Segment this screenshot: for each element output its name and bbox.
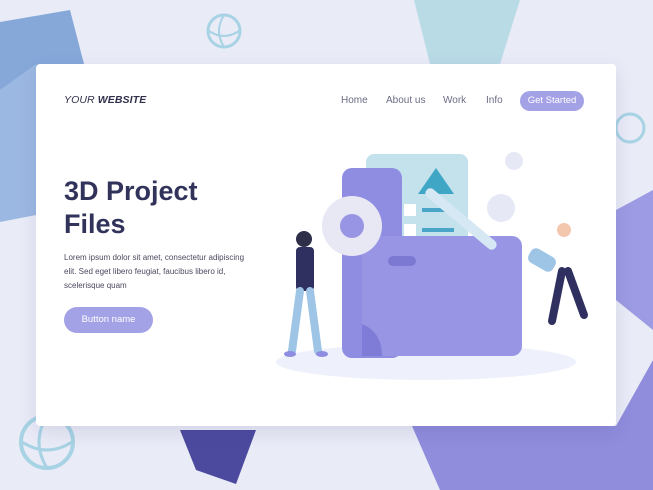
bubble-medium [505, 152, 523, 170]
document-line-2 [422, 228, 454, 232]
nav-work-link[interactable]: Work [443, 95, 466, 106]
bg-shape-left-lower [0, 64, 36, 222]
folder-front [362, 236, 522, 356]
logo-name: WEBSITE [97, 94, 147, 106]
document-checkbox-2 [404, 224, 416, 236]
site-logo[interactable]: YOUR WEBSITE [64, 94, 146, 106]
landing-card: YOUR WEBSITE Home About us Work Info Get… [36, 64, 616, 426]
folder-label [388, 256, 416, 266]
logo-prefix: YOUR [64, 94, 98, 106]
person-right [528, 223, 588, 325]
nav-about-link[interactable]: About us [386, 95, 425, 106]
nav-info-link[interactable]: Info [486, 95, 503, 106]
hero-description-line-3: scelerisque quam [64, 281, 127, 290]
nav-home-link[interactable]: Home [341, 95, 368, 106]
get-started-button[interactable]: Get Started [520, 91, 584, 111]
person-left [284, 231, 328, 357]
gear-icon [322, 196, 382, 256]
bg-shape-top-right [414, 0, 520, 64]
hero-description-line-2: elit. Sed eget libero feugiat, faucibus … [64, 267, 226, 276]
hero-description: Lorem ipsum dolor sit amet, consectetur … [64, 251, 254, 293]
page-title-line-1: 3D Project [64, 176, 198, 206]
bg-sphere-top [206, 13, 242, 49]
page-title: 3D Project Files [64, 175, 198, 241]
bg-shape-bottom-center [180, 430, 256, 484]
hero-button[interactable]: Button name [64, 307, 153, 333]
project-files-illustration [276, 152, 588, 380]
document-checkbox-1 [404, 204, 416, 216]
hero-description-line-1: Lorem ipsum dolor sit amet, consectetur … [64, 253, 245, 262]
bg-shape-right [616, 190, 653, 330]
page-title-line-2: Files [64, 209, 126, 239]
bg-sphere-right [614, 112, 646, 144]
bubble-large [487, 194, 515, 222]
